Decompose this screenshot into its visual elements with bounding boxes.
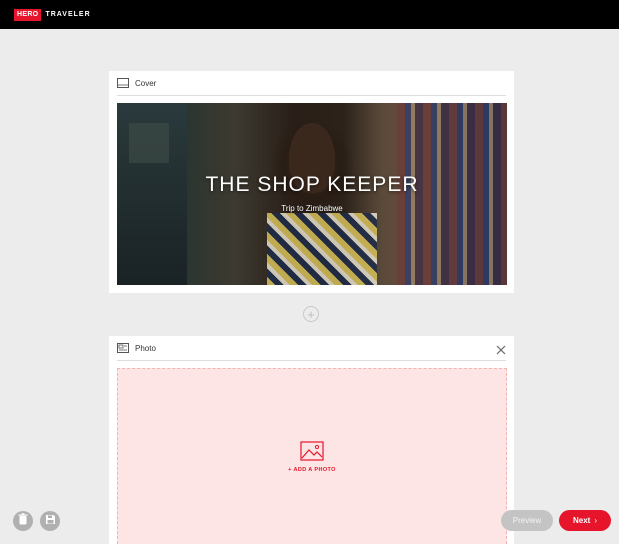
- chevron-right-icon: ›: [594, 516, 597, 525]
- hero-traveler-logo[interactable]: HERO TRAVELER: [14, 8, 91, 21]
- logo-hero: HERO: [14, 8, 42, 21]
- next-button[interactable]: Next ›: [559, 510, 611, 531]
- preview-label: Preview: [512, 516, 542, 525]
- trash-icon: [18, 512, 28, 530]
- photo-card: Photo + ADD A PHOTO: [109, 336, 514, 544]
- cover-card: Cover THE SHOP KEEPER Trip to Zimbabwe: [109, 71, 514, 293]
- logo-traveler: TRAVELER: [45, 11, 91, 18]
- save-button[interactable]: [40, 511, 60, 531]
- preview-button[interactable]: Preview: [501, 510, 553, 531]
- dress-pattern: [267, 213, 377, 285]
- plus-icon: +: [307, 306, 315, 322]
- photo-icon: [117, 343, 129, 353]
- shelf-item: [129, 123, 169, 163]
- add-photo-dropzone[interactable]: + ADD A PHOTO: [117, 368, 507, 544]
- cover-subtitle[interactable]: Trip to Zimbabwe: [117, 204, 507, 213]
- add-photo-label[interactable]: + ADD A PHOTO: [118, 467, 506, 473]
- delete-button[interactable]: [13, 511, 33, 531]
- cover-image-icon: [117, 78, 129, 88]
- cover-image[interactable]: THE SHOP KEEPER Trip to Zimbabwe: [117, 103, 507, 285]
- add-section-button[interactable]: +: [303, 306, 319, 322]
- cover-card-header: Cover: [117, 71, 506, 96]
- top-bar: HERO TRAVELER: [0, 0, 619, 29]
- photo-label: Photo: [135, 343, 156, 353]
- photo-card-header: Photo: [117, 336, 506, 361]
- save-icon: [45, 512, 56, 530]
- next-label: Next: [572, 516, 591, 525]
- cover-label: Cover: [135, 78, 157, 88]
- close-icon[interactable]: [496, 342, 506, 355]
- cover-title[interactable]: THE SHOP KEEPER: [117, 173, 507, 197]
- image-icon: [300, 441, 324, 461]
